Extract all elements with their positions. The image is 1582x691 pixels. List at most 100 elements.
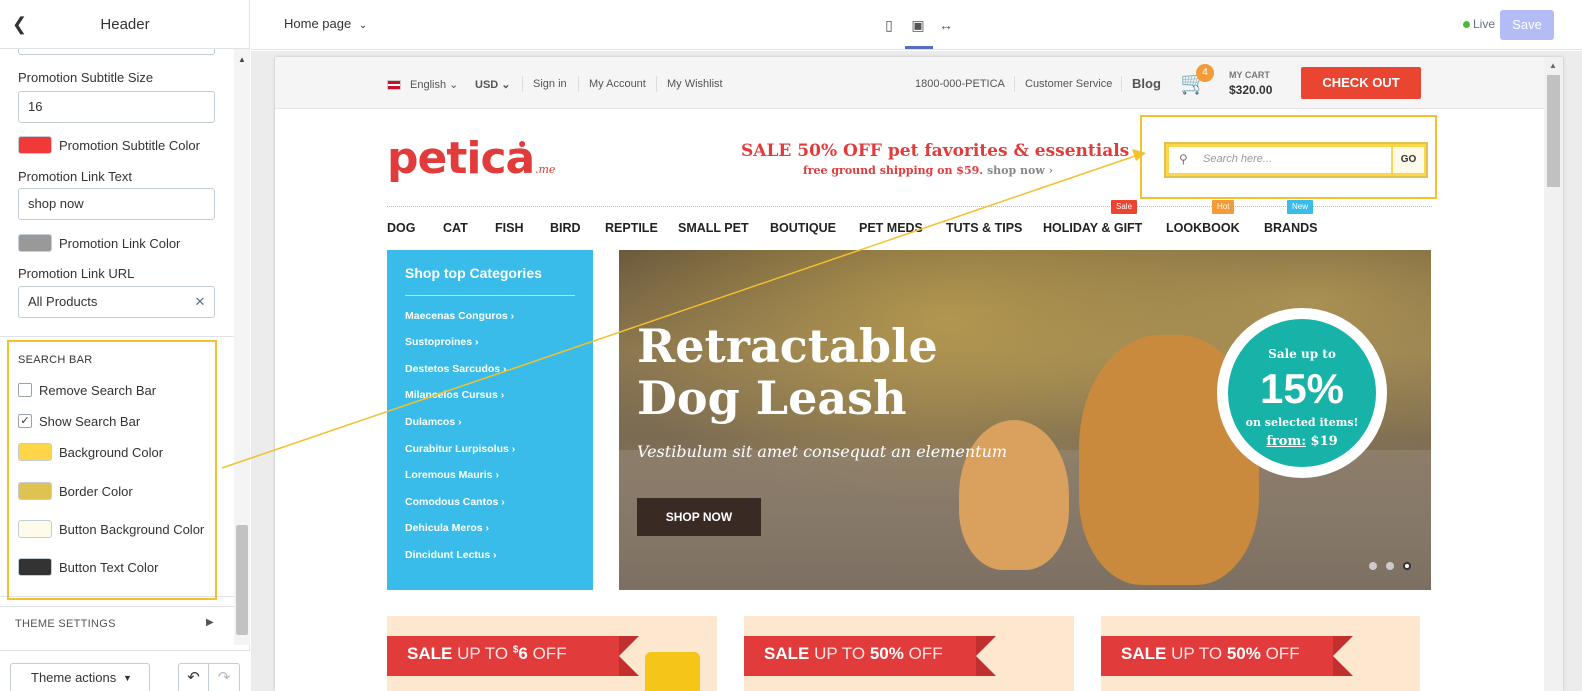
category-link[interactable]: Maecenas Conguros › xyxy=(405,310,514,322)
my-account-link[interactable]: My Account xyxy=(589,78,646,90)
page-selector-label: Home page xyxy=(284,16,352,31)
category-link[interactable]: Milancelos Cursus › xyxy=(405,389,504,401)
customer-service-link[interactable]: Customer Service xyxy=(1025,78,1112,90)
category-link[interactable]: Comodous Cantos › xyxy=(405,496,505,508)
promo-tile[interactable]: SALE UP TO $6 OFF xyxy=(387,616,717,691)
search-bar-settings-highlight xyxy=(7,340,217,600)
badge-price-value: $19 xyxy=(1310,434,1338,449)
theme-actions-button[interactable]: Theme actions ▼ xyxy=(10,663,150,691)
live-status-dot xyxy=(1463,21,1470,28)
hero-heading: Retractable Dog Leash xyxy=(637,320,938,424)
nav-item-fish[interactable]: FISH xyxy=(495,221,523,235)
nav-item-tuts-tips[interactable]: TUTS & TIPS xyxy=(946,221,1022,235)
checkout-button[interactable]: CHECK OUT xyxy=(1301,67,1421,99)
category-link[interactable]: Dincidunt Lectus › xyxy=(405,549,497,561)
scrollbar-thumb[interactable] xyxy=(236,525,248,635)
subtitle-color-label: Promotion Subtitle Color xyxy=(59,138,200,153)
mobile-icon[interactable]: ▯ xyxy=(879,15,899,35)
scroll-up-arrow-icon[interactable]: ▲ xyxy=(238,55,246,64)
editor-root: ❮ Header Promotion Subtitle Size 16 Prom… xyxy=(0,0,1582,691)
promotion-link[interactable]: shop now › xyxy=(987,164,1053,177)
badge-from: from: xyxy=(1266,434,1306,449)
utility-bar: English ⌄ USD ⌄ Sign in My Account My Wi… xyxy=(275,57,1544,109)
category-link[interactable]: Loremous Mauris › xyxy=(405,469,499,481)
promotion-subtitle-text: free ground shipping on $59. xyxy=(803,164,984,177)
category-link[interactable]: Destetos Sarcudos › xyxy=(405,363,507,375)
my-wishlist-link[interactable]: My Wishlist xyxy=(667,78,723,90)
nav-item-lookbook[interactable]: LOOKBOOK xyxy=(1166,221,1240,235)
subtitle-color-swatch[interactable] xyxy=(18,136,52,154)
divider xyxy=(1014,76,1015,92)
search-input[interactable]: ⚲ Search here... xyxy=(1169,147,1391,173)
nav-item-cat[interactable]: CAT xyxy=(443,221,468,235)
divider xyxy=(522,76,523,92)
nav-item-holiday-gift[interactable]: HOLIDAY & GIFT xyxy=(1043,221,1142,235)
sale-badge-inner: Sale up to 15% on selected items! from: … xyxy=(1228,319,1376,467)
preview-scrollbar-thumb[interactable] xyxy=(1547,75,1560,187)
nav-item-bird[interactable]: BIRD xyxy=(550,221,581,235)
category-link[interactable]: Curabitur Lurpisolus › xyxy=(405,443,515,455)
search-bar: ⚲ Search here... GO xyxy=(1164,142,1428,178)
store-preview-frame: English ⌄ USD ⌄ Sign in My Account My Wi… xyxy=(275,57,1563,691)
scroll-up-arrow-icon[interactable]: ▲ xyxy=(1549,61,1557,70)
divider xyxy=(1121,76,1122,92)
search-placeholder: Search here... xyxy=(1203,153,1273,165)
category-link[interactable]: Dulamcos › xyxy=(405,416,462,428)
slider-dot-active[interactable] xyxy=(1403,562,1411,570)
theme-settings-row[interactable]: THEME SETTINGS ▶ xyxy=(0,606,234,642)
fullwidth-icon[interactable]: ↔ xyxy=(936,15,956,35)
undo-redo-group: ↶ ↷ xyxy=(178,663,240,691)
promo-tile[interactable]: SALE UP TO 50% OFF xyxy=(744,616,1074,691)
divider xyxy=(578,76,579,92)
desktop-icon[interactable]: ▣ xyxy=(908,15,928,35)
phone-number: 1800-000-PETICA xyxy=(915,78,1005,90)
search-icon: ⚲ xyxy=(1179,152,1188,166)
save-button[interactable]: Save xyxy=(1500,10,1554,40)
hero-heading-line1: Retractable xyxy=(637,319,938,373)
nav-item-boutique[interactable]: BOUTIQUE xyxy=(770,221,836,235)
nav-item-small-pet[interactable]: SMALL PET xyxy=(678,221,749,235)
currency-label: USD xyxy=(475,79,499,91)
nav-item-pet-meds[interactable]: PET MEDS xyxy=(859,221,923,235)
preview-scrollbar[interactable]: ▲ xyxy=(1544,57,1563,691)
nav-item-brands[interactable]: BRANDS xyxy=(1264,221,1317,235)
link-color-swatch[interactable] xyxy=(18,234,52,252)
food-package-image xyxy=(645,652,700,691)
search-go-button[interactable]: GO xyxy=(1393,147,1424,173)
currency-selector[interactable]: USD ⌄ xyxy=(475,78,511,91)
uk-flag-icon xyxy=(387,80,401,90)
category-link[interactable]: Dehicula Meros › xyxy=(405,522,489,534)
promo-ribbon-text: SALE UP TO 50% OFF xyxy=(1121,644,1300,663)
link-text-input[interactable]: shop now xyxy=(18,188,215,220)
close-icon[interactable]: ✕ xyxy=(192,294,208,310)
store-logo[interactable]: petica xyxy=(387,133,535,184)
slider-dot[interactable] xyxy=(1369,562,1377,570)
slider-dot[interactable] xyxy=(1386,562,1394,570)
language-selector[interactable]: English ⌄ xyxy=(410,78,458,91)
link-url-input[interactable]: All Products xyxy=(18,286,215,318)
hero-slider[interactable]: Retractable Dog Leash Vestibulum sit ame… xyxy=(619,250,1431,590)
subtitle-size-input[interactable]: 16 xyxy=(18,91,215,123)
redo-icon[interactable]: ↷ xyxy=(209,664,239,691)
link-url-label: Promotion Link URL xyxy=(18,266,135,281)
sign-in-link[interactable]: Sign in xyxy=(533,78,567,90)
blog-link[interactable]: Blog xyxy=(1132,76,1161,91)
chevron-left-icon[interactable]: ❮ xyxy=(12,14,32,34)
nav-item-dog[interactable]: DOG xyxy=(387,221,415,235)
promo-ribbon: SALE UP TO $6 OFF xyxy=(387,636,619,676)
category-link[interactable]: Sustoproines › xyxy=(405,336,479,348)
sidebar-scrollbar[interactable]: ▲ xyxy=(234,49,250,645)
nav-item-reptile[interactable]: REPTILE xyxy=(605,221,658,235)
badge-percent: 15% xyxy=(1259,365,1345,412)
undo-icon[interactable]: ↶ xyxy=(179,664,210,691)
shop-now-button[interactable]: SHOP NOW xyxy=(637,498,761,536)
previous-input-stub[interactable] xyxy=(18,49,215,55)
sale-badge: Sale up to 15% on selected items! from: … xyxy=(1217,308,1387,478)
page-selector[interactable]: Home page ⌄ xyxy=(284,16,367,31)
paw-icon: ● xyxy=(518,135,527,151)
categories-divider xyxy=(405,295,575,296)
live-status-label: Live xyxy=(1473,17,1496,31)
sidebar-title: Header xyxy=(100,15,150,33)
sidebar-footer: Theme actions ▼ ↶ ↷ xyxy=(0,650,250,691)
promo-tile[interactable]: SALE UP TO 50% OFF xyxy=(1101,616,1420,691)
